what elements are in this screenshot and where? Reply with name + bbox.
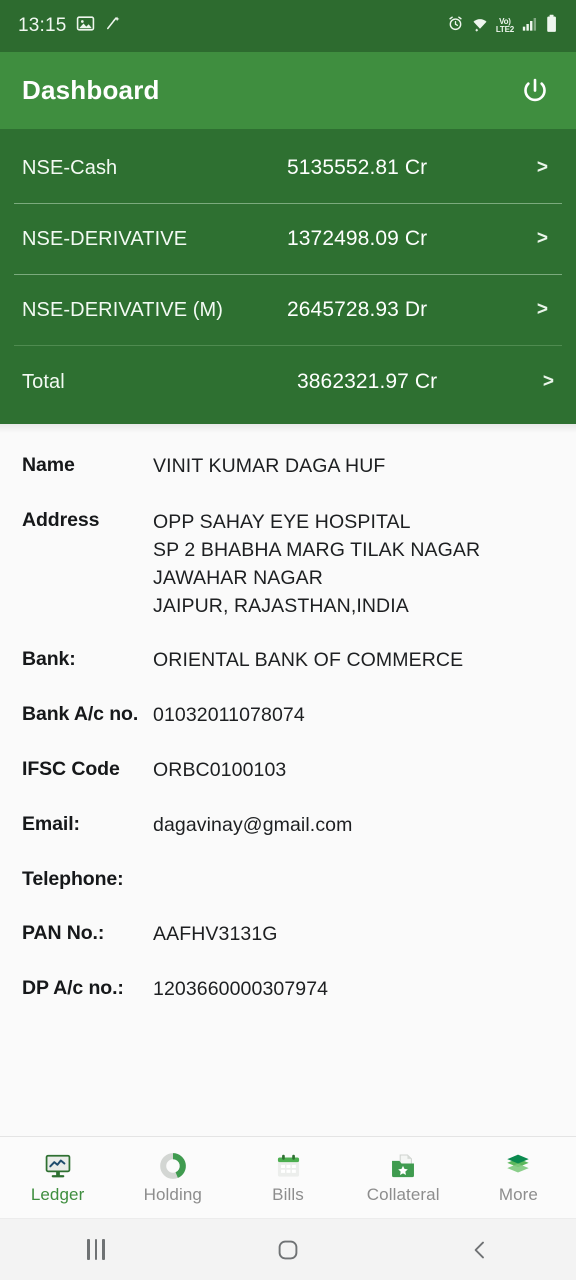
- calendar-icon: [275, 1150, 302, 1182]
- recents-icon[interactable]: [61, 1228, 131, 1272]
- address-line: SP 2 BHABHA MARG TILAK NAGAR: [153, 538, 481, 561]
- detail-label: Name: [22, 454, 75, 476]
- detail-label: Bank A/c no.: [22, 703, 139, 726]
- ledger-row-value: 5135552.81 Cr: [287, 156, 428, 179]
- ledger-row-total[interactable]: Total 3862321.97 Cr >: [0, 346, 576, 418]
- home-icon[interactable]: [253, 1228, 323, 1272]
- detail-label: Telephone:: [22, 868, 124, 891]
- alarm-icon: [447, 15, 464, 37]
- chevron-right-icon: >: [536, 228, 548, 249]
- ledger-row-value: 2645728.93 Dr: [287, 298, 428, 321]
- ledger-row-label: NSE-Cash: [22, 156, 118, 179]
- tab-ledger[interactable]: Ledger: [0, 1137, 115, 1218]
- status-bar-right: Vo) LTE2: [447, 14, 558, 38]
- ledger-row-nse-derivative[interactable]: NSE-DERIVATIVE 1372498.09 Cr >: [0, 204, 576, 274]
- detail-value: ORBC0100103: [153, 759, 287, 782]
- wifi-icon: [471, 15, 489, 37]
- detail-label: Bank:: [22, 648, 76, 671]
- detail-label: Address: [22, 508, 100, 531]
- tab-bills[interactable]: Bills: [230, 1137, 345, 1218]
- chevron-right-icon: >: [536, 157, 548, 178]
- detail-row-email: Email: dagavinay@gmail.com: [22, 813, 554, 838]
- app-root: 13:15 Vo) LTE2 Dashboard NSE-Cash 513555…: [0, 0, 576, 1280]
- ledger-row-nse-derivative-m[interactable]: NSE-DERIVATIVE (M) 2645728.93 Dr >: [0, 275, 576, 345]
- detail-value: 1203660000307974: [153, 977, 329, 1000]
- tab-label: Holding: [143, 1185, 202, 1204]
- magic-wand-icon: [104, 15, 122, 38]
- bottom-tab-bar: Ledger Holding Bills Collateral More: [0, 1136, 576, 1218]
- address-line: JAIPUR, RAJASTHAN,INDIA: [153, 594, 409, 617]
- donut-chart-icon: [159, 1150, 187, 1182]
- chevron-right-icon: >: [536, 299, 548, 320]
- detail-row-bank-account: Bank A/c no. 01032011078074: [22, 703, 554, 728]
- detail-value: AAFHV3131G: [153, 922, 278, 945]
- ledger-row-label: Total: [22, 370, 65, 393]
- ledger-row-label: NSE-DERIVATIVE (M): [22, 298, 224, 321]
- tab-more[interactable]: More: [461, 1137, 576, 1218]
- chevron-right-icon: >: [542, 371, 554, 392]
- detail-label: PAN No.:: [22, 921, 105, 944]
- app-bar: Dashboard: [0, 52, 576, 129]
- detail-label: IFSC Code: [22, 758, 120, 781]
- tab-label: More: [498, 1185, 538, 1204]
- ledger-summary-panel: NSE-Cash 5135552.81 Cr > NSE-DERIVATIVE …: [0, 129, 576, 424]
- battery-icon: [545, 14, 558, 38]
- status-bar-clock: 13:15: [18, 15, 67, 36]
- ledger-row-value: 1372498.09 Cr: [287, 227, 428, 250]
- page-title: Dashboard: [22, 75, 160, 105]
- monitor-chart-icon: [43, 1150, 73, 1182]
- detail-label: DP A/c no.:: [22, 976, 124, 999]
- image-icon: [76, 14, 95, 38]
- detail-value: OPP SAHAY EYE HOSPITAL SP 2 BHABHA MARG …: [153, 509, 480, 621]
- layers-icon: [504, 1150, 532, 1182]
- tab-label: Collateral: [366, 1185, 440, 1204]
- account-details: Name VINIT KUMAR DAGA HUF Address OPP SA…: [0, 424, 576, 1136]
- detail-value: dagavinay@gmail.com: [153, 814, 353, 837]
- ledger-row-nse-cash[interactable]: NSE-Cash 5135552.81 Cr >: [0, 133, 576, 203]
- detail-label: Email:: [22, 813, 80, 836]
- detail-value: 01032011078074: [153, 704, 305, 727]
- back-icon[interactable]: [445, 1228, 515, 1272]
- detail-row-bank: Bank: ORIENTAL BANK OF COMMERCE: [22, 648, 554, 673]
- folder-star-icon: [389, 1150, 417, 1182]
- volte-lte2-icon: Vo) LTE2: [495, 17, 514, 34]
- tab-label: Bills: [272, 1185, 304, 1204]
- power-icon[interactable]: [516, 72, 554, 110]
- signal-bars-icon: [521, 16, 538, 37]
- detail-row-name: Name VINIT KUMAR DAGA HUF: [22, 454, 554, 479]
- tab-label: Ledger: [30, 1185, 85, 1204]
- detail-row-pan: PAN No.: AAFHV3131G: [22, 922, 554, 947]
- tab-holding[interactable]: Holding: [115, 1137, 230, 1218]
- status-bar: 13:15 Vo) LTE2: [0, 0, 576, 52]
- address-line: JAWAHAR NAGAR: [153, 566, 323, 589]
- ledger-row-label: NSE-DERIVATIVE: [22, 227, 188, 250]
- detail-value: VINIT KUMAR DAGA HUF: [153, 455, 386, 477]
- detail-row-ifsc: IFSC Code ORBC0100103: [22, 758, 554, 783]
- ledger-row-value: 3862321.97 Cr: [297, 370, 438, 393]
- recents-bars: [87, 1239, 105, 1260]
- address-line: OPP SAHAY EYE HOSPITAL: [153, 510, 411, 533]
- system-navigation-bar: [0, 1218, 576, 1280]
- detail-row-address: Address OPP SAHAY EYE HOSPITAL SP 2 BHAB…: [22, 509, 554, 621]
- detail-value: ORIENTAL BANK OF COMMERCE: [153, 649, 464, 672]
- tab-collateral[interactable]: Collateral: [346, 1137, 461, 1218]
- detail-row-telephone: Telephone:: [22, 868, 554, 891]
- detail-row-dp-account: DP A/c no.: 1203660000307974: [22, 977, 554, 1002]
- status-bar-left: 13:15: [18, 14, 122, 38]
